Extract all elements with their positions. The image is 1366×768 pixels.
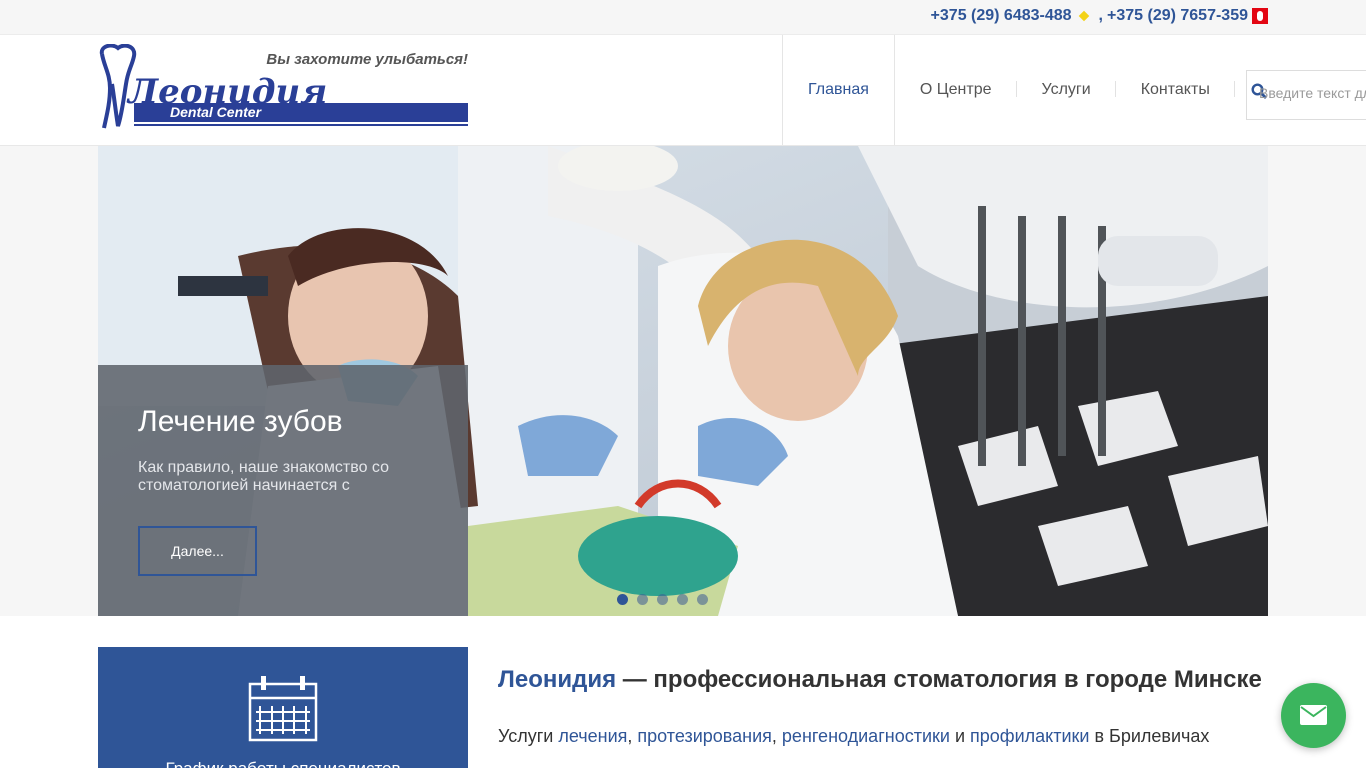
intro-heading: Леонидия — профессиональная стоматология…	[498, 666, 1262, 694]
nav-item-contacts[interactable]: Контакты	[1116, 35, 1235, 145]
phone-separator: ,	[1098, 7, 1103, 24]
intro-heading-brand[interactable]: Леонидия	[498, 666, 616, 693]
slider-dot[interactable]	[657, 594, 668, 605]
hero-slider[interactable]: Лечение зубов Как правило, наше знакомст…	[98, 146, 1268, 616]
slide-text: Как правило, наше знакомство со стоматол…	[138, 459, 389, 494]
main-nav: Главная О Центре Услуги Контакты	[782, 35, 1235, 145]
slide-caption: Лечение зубов Как правило, наше знакомст…	[98, 365, 468, 616]
site-header: Вы захотите улыбаться! Леонидия Dental C…	[0, 35, 1366, 146]
slider-dot[interactable]	[617, 594, 628, 605]
slider-dot[interactable]	[637, 594, 648, 605]
slide-title: Лечение зубов	[138, 405, 343, 438]
intro-suffix: в Брилевичах	[1089, 726, 1210, 746]
top-bar: +375 (29) 6483-488 , +375 (29) 7657-359	[0, 0, 1366, 35]
phone-2[interactable]: +375 (29) 7657-359	[1107, 7, 1248, 25]
intro-comma-2: ,	[771, 726, 782, 746]
schedule-label: График работы специалистов	[98, 759, 468, 768]
phone-numbers: +375 (29) 6483-488 , +375 (29) 7657-359	[931, 7, 1268, 25]
phone-1[interactable]: +375 (29) 6483-488	[931, 7, 1072, 25]
intro-and: и	[949, 726, 970, 746]
nav-item-home[interactable]: Главная	[782, 35, 895, 145]
calendar-icon	[248, 676, 318, 742]
logo-bar-line	[134, 124, 468, 126]
slider-dot[interactable]	[697, 594, 708, 605]
intro-heading-rest: — профессиональная стоматология в городе…	[616, 666, 1262, 693]
schedule-card[interactable]: График работы специалистов	[98, 647, 468, 768]
search-box	[1246, 70, 1366, 120]
link-xray[interactable]: ренгенодиагностики	[782, 726, 950, 746]
link-treatment[interactable]: лечения	[558, 726, 627, 746]
nav-item-services[interactable]: Услуги	[1017, 35, 1116, 145]
slide-more-button[interactable]: Далее...	[138, 526, 257, 576]
intro-comma-1: ,	[627, 726, 638, 746]
search-input[interactable]	[1259, 85, 1366, 101]
logo-tagline: Вы захотите улыбаться!	[266, 51, 468, 68]
velcom-icon	[1077, 11, 1091, 21]
link-prevention[interactable]: профилактики	[970, 726, 1089, 746]
envelope-icon	[1300, 705, 1327, 725]
slider-dots	[617, 594, 708, 605]
intro-prefix: Услуги	[498, 726, 559, 746]
link-prosthetics[interactable]: протезирования	[637, 726, 771, 746]
site-logo[interactable]: Вы захотите улыбаться! Леонидия Dental C…	[98, 44, 468, 130]
content-section: График работы специалистов Леонидия — пр…	[0, 616, 1366, 768]
mts-icon	[1252, 8, 1268, 24]
hero-slider-section: Лечение зубов Как правило, наше знакомст…	[0, 146, 1366, 616]
logo-subbrand: Dental Center	[170, 104, 262, 120]
contact-mail-button[interactable]	[1281, 683, 1346, 748]
nav-item-about[interactable]: О Центре	[895, 35, 1017, 145]
slider-dot[interactable]	[677, 594, 688, 605]
intro-services-line: Услуги лечения, протезирования, ренгенод…	[498, 726, 1209, 747]
